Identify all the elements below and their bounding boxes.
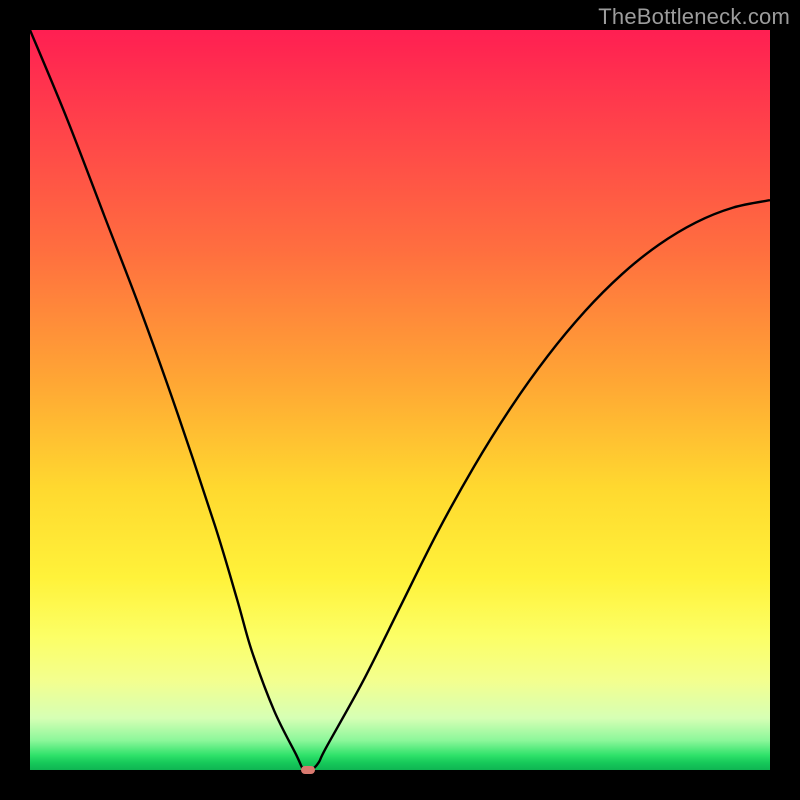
chart-frame: TheBottleneck.com [0,0,800,800]
plot-area [30,30,770,770]
trough-marker [301,766,315,774]
bottleneck-curve [30,30,770,770]
watermark-label: TheBottleneck.com [598,4,790,30]
